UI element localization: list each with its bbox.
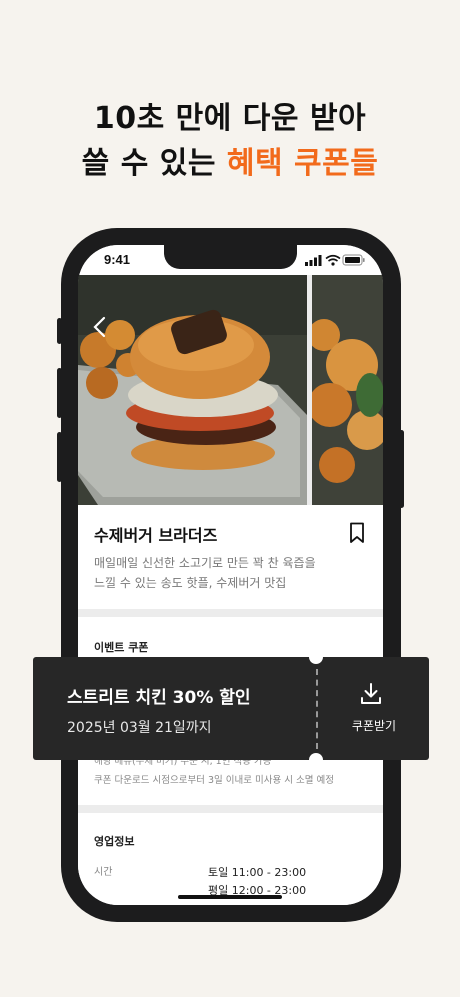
store-name: 수제버거 브라더즈 bbox=[94, 526, 218, 545]
ticket-notch-top bbox=[309, 650, 323, 664]
headline-line-2: 쓸 수 있는 혜택 쿠폰들 bbox=[0, 138, 460, 182]
hours-weekend: 토일 11:00 - 23:00 bbox=[208, 866, 307, 879]
event-coupon-title: 이벤트 쿠폰 bbox=[94, 641, 149, 654]
battery-icon bbox=[342, 254, 365, 266]
burger-photo[interactable] bbox=[78, 275, 307, 505]
headline-accent: 혜택 쿠폰들 bbox=[226, 146, 379, 181]
burger-photo-illustration bbox=[78, 275, 307, 505]
notch bbox=[164, 245, 297, 269]
coupon-title: 스트리트 치킨 30% 할인 bbox=[67, 688, 251, 708]
business-info-title: 영업정보 bbox=[94, 835, 135, 848]
fries-photo[interactable] bbox=[312, 275, 383, 505]
business-info-section: 영업정보 시간 토일 11:00 - 23:00 평일 12:00 - 23:0… bbox=[78, 813, 383, 905]
store-description-line-1: 매일매일 신선한 소고기로 만든 꽉 찬 육즙을 bbox=[94, 556, 316, 570]
home-indicator bbox=[178, 895, 282, 899]
coupon-ticket: 스트리트 치킨 30% 할인 2025년 03월 21일까지 쿠폰받기 bbox=[33, 650, 429, 767]
headline-prefix: 쓸 수 있는 bbox=[81, 146, 227, 181]
wifi-icon bbox=[325, 254, 341, 266]
status-bar: 9:41 bbox=[78, 245, 383, 275]
ticket-perforation bbox=[316, 669, 318, 749]
status-icons bbox=[305, 254, 365, 266]
status-time: 9:41 bbox=[104, 252, 131, 267]
signal-icon bbox=[305, 255, 322, 266]
store-card: 수제버거 브라더즈 매일매일 신선한 소고기로 만든 꽉 찬 육즙을 느낄 수 … bbox=[78, 505, 383, 609]
coupon-expiry-note: 쿠폰 다운로드 시점으로부터 3일 이내로 미사용 시 소멸 예정 bbox=[94, 775, 334, 786]
coupon-expiry-date: 2025년 03월 21일까지 bbox=[67, 720, 212, 736]
store-description-line-2: 느낄 수 있는 송도 핫플, 수제버거 맛집 bbox=[94, 576, 287, 590]
bookmark-icon[interactable] bbox=[349, 522, 365, 544]
back-chevron-icon[interactable] bbox=[90, 315, 110, 339]
ticket-notch-bottom bbox=[309, 753, 323, 767]
hours-label: 시간 bbox=[94, 867, 113, 878]
fries-photo-illustration bbox=[312, 275, 383, 505]
headline-line-1: 10초 만에 다운 받아 bbox=[93, 101, 367, 136]
phone-screen: 9:41 수제버거 브라더즈 매일매일 신선한 소고기로 만든 꽉 찬 육즙을 … bbox=[78, 245, 383, 905]
download-icon[interactable] bbox=[358, 681, 384, 707]
store-description: 매일매일 신선한 소고기로 만든 꽉 찬 육즙을 느낄 수 있는 송도 핫플, … bbox=[94, 553, 344, 593]
download-coupon-button[interactable]: 쿠폰받기 bbox=[329, 717, 419, 734]
